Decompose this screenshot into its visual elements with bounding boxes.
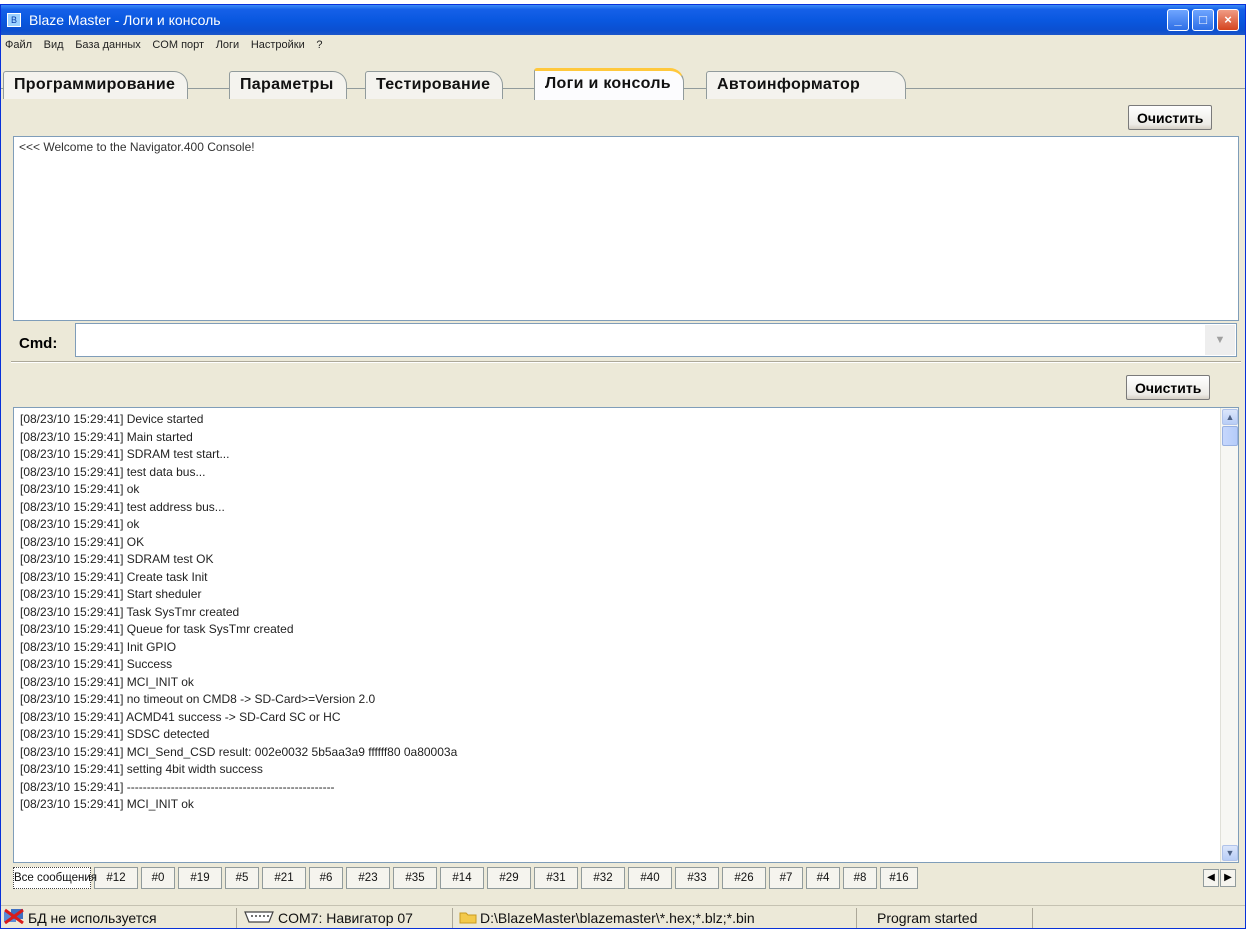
log-line: [08/23/10 15:29:41] SDRAM test start... (20, 447, 230, 461)
filter-tab-device[interactable]: #21 (262, 867, 306, 889)
menu-com-port[interactable]: COM порт (148, 37, 208, 51)
cmd-input[interactable]: ▼ (75, 323, 1237, 357)
filter-tab-all-messages[interactable]: Все сообщения (13, 867, 97, 889)
log-filter-tabs: #16 #8 #4 #7 #26 #33 #40 #32 #31 #29 #14 #35 #23 #6 #2… (13, 867, 1239, 889)
console-output[interactable]: <<< Welcome to the Navigator.400 Console… (13, 136, 1239, 321)
database-error-icon (3, 908, 25, 928)
scroll-up-arrow-icon[interactable]: ▲ (1222, 409, 1238, 425)
log-line: [08/23/10 15:29:41] ACMD41 success -> SD… (20, 709, 341, 724)
log-line: [08/23/10 15:29:41] no timeout on CMD8 -… (20, 692, 376, 706)
log-line: [08/23/10 15:29:41] ok (20, 517, 140, 531)
main-tabstrip: Программирование Параметры Тестирование … (1, 57, 1245, 100)
app-icon: B (7, 13, 21, 27)
tab-logs-console[interactable]: Логи и консоль (534, 68, 684, 100)
status-db: БД не используется (1, 908, 237, 928)
scroll-down-arrow-icon[interactable]: ▼ (1222, 845, 1238, 861)
title-bar[interactable]: B Blaze Master - Логи и консоль _ □ × (1, 5, 1245, 35)
menu-settings[interactable]: Настройки (247, 37, 309, 51)
filter-tab-device[interactable]: #12 (94, 867, 138, 889)
status-path: D:\BlazeMaster\blazemaster\*.hex;*.blz;*… (457, 908, 857, 928)
filter-tab-device[interactable]: #26 (722, 867, 766, 889)
log-line: [08/23/10 15:29:41] Start sheduler (20, 587, 202, 601)
log-line: [08/23/10 15:29:41] --------------------… (20, 779, 335, 794)
log-lines: [08/23/10 15:29:41] Device started [08/23… (20, 411, 1200, 814)
log-line: [08/23/10 15:29:41] Init GPIO (20, 639, 177, 654)
filter-tab-device[interactable]: #35 (393, 867, 437, 889)
filter-tab-device[interactable]: #5 (225, 867, 259, 889)
log-line: [08/23/10 15:29:41] test address bus... (20, 499, 225, 514)
folder-icon (459, 909, 477, 928)
filter-tab-device[interactable]: #8 (843, 867, 877, 889)
filter-tab-device[interactable]: #4 (806, 867, 840, 889)
filter-tab-device[interactable]: #19 (178, 867, 222, 889)
filter-tab-device[interactable]: #32 (581, 867, 625, 889)
filter-tab-device[interactable]: #33 (675, 867, 719, 889)
status-state: Program started (863, 908, 1033, 928)
tab-parameters[interactable]: Параметры (229, 71, 347, 99)
log-line: [08/23/10 15:29:41] SDRAM test OK (20, 552, 214, 566)
log-line: [08/23/10 15:29:41] MCI_INIT ok (20, 674, 194, 689)
log-line: [08/23/10 15:29:41] SDSC detected (20, 727, 210, 741)
app-window: B Blaze Master - Логи и консоль _ □ × Фа… (0, 4, 1246, 929)
maximize-button[interactable]: □ (1192, 9, 1214, 31)
panel-divider[interactable] (11, 361, 1241, 363)
status-state-text: Program started (877, 910, 978, 926)
close-button[interactable]: × (1217, 9, 1239, 31)
filter-tab-device[interactable]: #40 (628, 867, 672, 889)
cmd-dropdown-arrow-icon[interactable]: ▼ (1205, 325, 1235, 355)
filter-tab-device[interactable]: #31 (534, 867, 578, 889)
log-line: [08/23/10 15:29:41] MCI_INIT ok (20, 797, 194, 811)
menu-logs[interactable]: Логи (212, 37, 244, 51)
log-output[interactable]: [08/23/10 15:29:41] Device started [08/23… (13, 407, 1239, 863)
tab-autoinformer[interactable]: Автоинформатор (706, 71, 906, 99)
log-line: [08/23/10 15:29:41] Create task Init (20, 569, 208, 584)
tab-programming[interactable]: Программирование (3, 71, 189, 99)
status-db-text: БД не используется (28, 910, 157, 926)
log-line: [08/23/10 15:29:41] Success (20, 657, 173, 671)
filter-tab-device[interactable]: #16 (880, 867, 918, 889)
log-clear-button[interactable]: Очистить (1126, 375, 1211, 400)
console-welcome-text: <<< Welcome to the Navigator.400 Console… (19, 140, 255, 154)
status-bar: БД не используется COM7: Навигатор 07 D:… (1, 905, 1245, 928)
tab-testing[interactable]: Тестирование (365, 71, 504, 99)
menu-help[interactable]: ? (312, 37, 326, 51)
console-clear-button[interactable]: Очистить (1128, 105, 1213, 130)
menu-database[interactable]: База данных (71, 37, 145, 51)
log-line: [08/23/10 15:29:41] setting 4bit width s… (20, 762, 263, 776)
filter-tabs-left-arrow-icon[interactable]: ◀ (1203, 869, 1219, 887)
menu-bar: Файл Вид База данных COM порт Логи Настр… (1, 36, 1245, 56)
status-com: COM7: Навигатор 07 (241, 908, 453, 928)
filter-tab-device[interactable]: #0 (141, 867, 175, 889)
filter-tab-device[interactable]: #6 (309, 867, 343, 889)
log-line: [08/23/10 15:29:41] test data bus... (20, 464, 206, 479)
log-line: [08/23/10 15:29:41] OK (20, 534, 145, 549)
log-line: [08/23/10 15:29:41] Queue for task SysTm… (20, 622, 294, 636)
status-empty-panel (1037, 908, 1227, 928)
log-vertical-scrollbar[interactable]: ▲ ▼ (1220, 408, 1238, 862)
minimize-button[interactable]: _ (1167, 9, 1189, 31)
log-line: [08/23/10 15:29:41] Device started (20, 412, 204, 426)
filter-tab-device[interactable]: #14 (440, 867, 484, 889)
filter-tabs-right-arrow-icon[interactable]: ▶ (1220, 869, 1236, 887)
filter-tab-device[interactable]: #23 (346, 867, 390, 889)
log-line: [08/23/10 15:29:41] Task SysTmr created (20, 604, 240, 619)
log-line: [08/23/10 15:29:41] MCI_Send_CSD result:… (20, 744, 458, 759)
cmd-label: Cmd: (19, 335, 58, 352)
filter-tab-device[interactable]: #7 (769, 867, 803, 889)
menu-view[interactable]: Вид (40, 37, 68, 51)
window-title: Blaze Master - Логи и консоль (29, 12, 221, 28)
menu-file[interactable]: Файл (1, 37, 36, 51)
status-path-text: D:\BlazeMaster\blazemaster\*.hex;*.blz;*… (480, 910, 755, 926)
scroll-thumb[interactable] (1222, 426, 1238, 446)
log-line: [08/23/10 15:29:41] ok (20, 482, 140, 496)
filter-tab-device[interactable]: #29 (487, 867, 531, 889)
log-line: [08/23/10 15:29:41] Main started (20, 429, 193, 444)
serial-port-icon (243, 909, 275, 928)
status-com-text: COM7: Навигатор 07 (278, 910, 413, 926)
